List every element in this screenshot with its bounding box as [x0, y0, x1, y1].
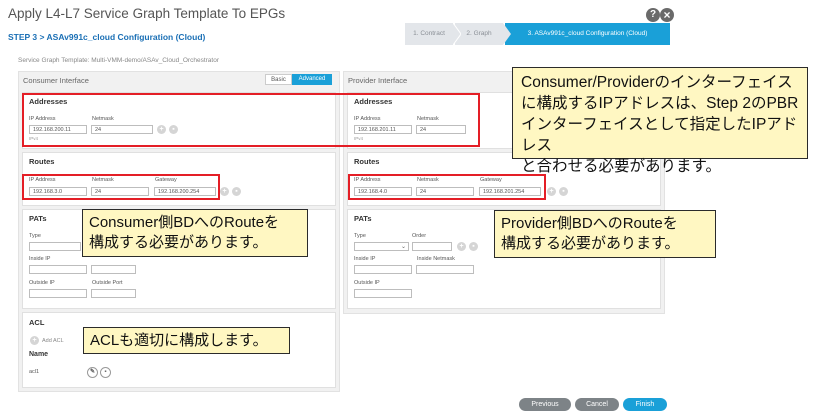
consumer-routes-title: Routes: [29, 157, 55, 166]
add-acl-icon[interactable]: +: [30, 336, 39, 345]
provider-route-highlight-box: [348, 174, 546, 200]
help-icon[interactable]: ?: [646, 8, 660, 22]
edit-icon[interactable]: ✎: [87, 367, 98, 378]
wizard-step-contract[interactable]: 1. Contract: [405, 23, 453, 45]
consumer-pat-inside-ip-label: Inside IP: [29, 256, 51, 262]
step-title: STEP 3 > ASAv991c_cloud Configuration (C…: [8, 32, 206, 42]
provider-pat-inside-netmask-input[interactable]: [416, 265, 474, 274]
provider-pat-inside-ip-input[interactable]: [354, 265, 412, 274]
template-line: Service Graph Template: Multi-VMM-demo/A…: [18, 57, 219, 64]
provider-pat-inside-ip-label: Inside IP: [354, 256, 376, 262]
callout-line: Consumer側BDへのRouteを: [89, 214, 280, 231]
dialog-title: Apply L4-L7 Service Graph Template To EP…: [8, 6, 286, 21]
address-highlight-box: [22, 93, 480, 147]
provider-route-callout: Provider側BDへのRouteを 構成する必要があります。: [494, 210, 716, 258]
ip-address-callout: Consumer/Providerのインターフェイス に構成するIPアドレスは、…: [512, 67, 808, 175]
acl-name-header: Name: [29, 351, 49, 358]
delete-icon[interactable]: ▪: [469, 242, 478, 251]
wizard-step-configuration[interactable]: 3. ASAv991c_cloud Configuration (Cloud): [505, 23, 670, 45]
consumer-pat-outside-ip-label: Outside IP: [29, 280, 55, 286]
consumer-pat-outside-ip-input[interactable]: [29, 289, 87, 298]
consumer-pat-outside-port-label: Outside Port: [92, 280, 123, 286]
provider-pat-outside-ip-input[interactable]: [354, 289, 412, 298]
add-icon[interactable]: +: [457, 242, 466, 251]
consumer-interface-heading: Consumer Interface: [23, 76, 89, 85]
previous-button[interactable]: Previous: [519, 398, 571, 411]
callout-line: Provider側BDへのRouteを: [501, 215, 678, 232]
provider-pats-title: PATs: [354, 214, 372, 223]
wizard-step-graph[interactable]: 2. Graph: [455, 23, 503, 45]
callout-line: と合わせる必要があります。: [521, 158, 721, 175]
template-label: Service Graph Template:: [18, 57, 90, 64]
delete-icon[interactable]: ▪: [559, 187, 568, 196]
cancel-button[interactable]: Cancel: [575, 398, 619, 411]
provider-pat-order-label: Order: [412, 233, 427, 239]
consumer-pats-title: PATs: [29, 214, 47, 223]
consumer-pat-type-label: Type: [29, 233, 41, 239]
callout-line: インターフェイスとして指定したIPアドレス: [521, 116, 798, 154]
add-acl-link[interactable]: Add ACL: [42, 338, 64, 344]
consumer-pat-type-select[interactable]: [29, 242, 81, 251]
delete-icon[interactable]: ▪: [232, 187, 241, 196]
provider-interface-heading: Provider Interface: [348, 76, 408, 85]
consumer-acl-title: ACL: [29, 318, 45, 327]
basic-toggle-button[interactable]: Basic: [265, 74, 292, 85]
acl-row-name: acl1: [29, 369, 40, 375]
template-value: Multi-VMM-demo/ASAv_Cloud_Orchestrator: [91, 57, 219, 64]
add-icon[interactable]: +: [547, 187, 556, 196]
finish-button[interactable]: Finish: [623, 398, 667, 411]
callout-line: に構成するIPアドレスは、Step 2のPBR: [521, 95, 799, 112]
consumer-pat-outside-port-input[interactable]: [91, 289, 136, 298]
provider-pat-outside-ip-label: Outside IP: [354, 280, 380, 286]
advanced-toggle-button[interactable]: Advanced: [292, 74, 332, 85]
acl-callout: ACLも適切に構成します。: [83, 327, 290, 354]
callout-line: 構成する必要があります。: [501, 235, 680, 252]
callout-line: ACLも適切に構成します。: [90, 332, 268, 349]
provider-routes-title: Routes: [354, 157, 380, 166]
consumer-route-highlight-box: [22, 174, 220, 200]
provider-pat-type-label: Type: [354, 233, 366, 239]
callout-line: 構成する必要があります。: [89, 234, 268, 251]
wizard-arrow-icon: [503, 23, 511, 45]
add-icon[interactable]: +: [220, 187, 229, 196]
callout-line: Consumer/Providerのインターフェイス: [521, 74, 793, 91]
consumer-route-callout: Consumer側BDへのRouteを 構成する必要があります。: [82, 209, 308, 257]
chevron-down-icon: ⌄: [401, 244, 407, 250]
provider-pat-inside-netmask-label: Inside Netmask: [417, 256, 455, 262]
provider-pat-order-stepper[interactable]: [412, 242, 452, 251]
delete-icon[interactable]: ▪: [100, 367, 111, 378]
consumer-pat-inside-ip-input[interactable]: [29, 265, 87, 274]
wizard-arrow-icon: [453, 23, 461, 45]
close-icon[interactable]: ×: [660, 8, 674, 22]
consumer-pat-inside-extra-input[interactable]: [91, 265, 136, 274]
